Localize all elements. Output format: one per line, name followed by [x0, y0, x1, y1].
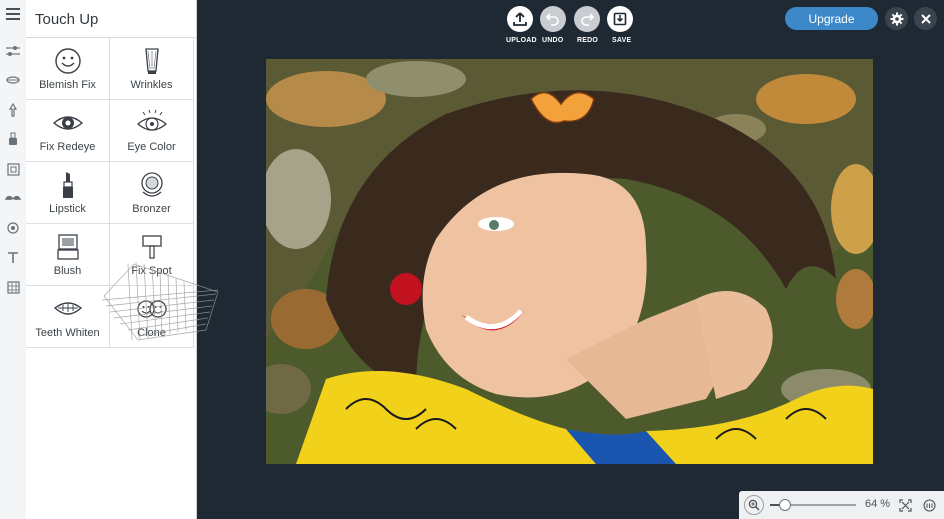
tool-label: Eye Color [127, 141, 176, 153]
texture-icon[interactable] [5, 279, 21, 295]
actual-size-icon [922, 498, 936, 512]
tool-blemish-fix[interactable]: Blemish Fix [26, 38, 110, 100]
frames-icon[interactable] [5, 161, 21, 177]
undo-label: UNDO [542, 37, 564, 44]
upgrade-button[interactable]: Upgrade [785, 7, 878, 30]
fit-screen-button[interactable] [897, 497, 913, 513]
touch-up-icon[interactable] [5, 102, 21, 118]
actual-size-button[interactable] [921, 497, 937, 513]
tool-eye-color[interactable]: Eye Color [110, 100, 194, 162]
paint-icon[interactable] [5, 131, 21, 147]
redo-label: REDO [577, 37, 599, 44]
menu-icon[interactable] [5, 6, 21, 22]
zoom-value: 64 % [865, 498, 891, 510]
close-icon [920, 13, 931, 24]
tool-fix-redeye[interactable]: Fix Redeye [26, 100, 110, 162]
adjust-icon[interactable] [5, 43, 21, 59]
undo-icon [546, 13, 559, 26]
zoom-in-icon [748, 499, 760, 511]
settings-button[interactable] [885, 7, 908, 30]
tool-label: Teeth Whiten [35, 327, 100, 339]
tool-lipstick[interactable]: Lipstick [26, 162, 110, 224]
zoom-bar: 64 % [739, 491, 944, 519]
upload-label: UPLOAD [506, 37, 537, 44]
gear-icon [890, 12, 903, 25]
tool-label: Blemish Fix [39, 79, 96, 91]
redeye-icon [53, 116, 83, 130]
undo-button[interactable] [540, 6, 566, 32]
tool-label: Fix Redeye [39, 141, 96, 153]
tool-bronzer[interactable]: Bronzer [110, 162, 194, 224]
save-icon [613, 12, 627, 26]
redo-icon [581, 13, 594, 26]
zoom-button[interactable] [744, 495, 764, 515]
blush-icon [57, 234, 79, 260]
fix-spot-icon [142, 235, 162, 259]
tool-label: Wrinkles [130, 79, 173, 91]
tool-wrinkles[interactable]: Wrinkles [110, 38, 194, 100]
lipstick-icon [63, 172, 73, 198]
save-button[interactable] [607, 6, 633, 32]
upload-icon [513, 12, 527, 26]
portrait-photo [266, 59, 873, 464]
left-tool-rail [0, 0, 27, 519]
teeth-icon [53, 302, 83, 315]
effects-icon[interactable] [5, 72, 21, 88]
overlays-icon[interactable] [5, 220, 21, 236]
upload-button[interactable] [507, 6, 533, 32]
text-icon[interactable] [5, 250, 21, 266]
bronzer-icon [141, 172, 163, 197]
tool-label: Lipstick [49, 203, 86, 215]
zoom-slider-track[interactable] [770, 499, 856, 511]
redo-button[interactable] [574, 6, 600, 32]
tool-label: Blush [53, 265, 82, 277]
close-button[interactable] [914, 7, 937, 30]
wrinkles-brush-icon [145, 48, 159, 74]
zoom-slider-thumb[interactable] [779, 499, 792, 511]
mustache-icon[interactable] [5, 191, 21, 207]
eye-color-icon [137, 109, 167, 131]
smiley-icon [55, 48, 81, 74]
photo-canvas[interactable] [266, 59, 873, 464]
panel-title: Touch Up [35, 11, 99, 28]
fit-screen-icon [898, 498, 912, 512]
scribble-overlay [101, 261, 219, 341]
tool-label: Bronzer [132, 203, 171, 215]
save-label: SAVE [612, 37, 632, 44]
